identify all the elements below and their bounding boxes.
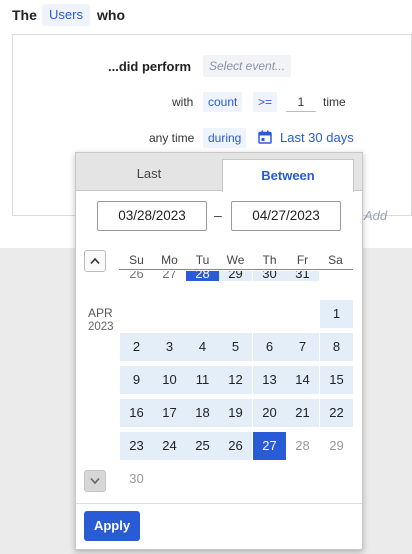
calendar-day[interactable]: 16 — [120, 399, 153, 427]
weekday-label: Mo — [161, 253, 178, 267]
calendar-day[interactable]: 5 — [219, 333, 252, 361]
tab-last[interactable]: Last — [76, 153, 222, 191]
event-select[interactable]: Select event... — [203, 55, 292, 77]
month-label: APR — [88, 306, 113, 320]
calendar-day[interactable]: 13 — [253, 366, 286, 394]
query-suffix: who — [97, 7, 125, 23]
calendar-day[interactable]: 9 — [120, 366, 153, 394]
apply-button[interactable]: Apply — [84, 511, 140, 541]
with-label: with — [172, 95, 194, 109]
next-month-button[interactable] — [84, 470, 106, 492]
time-label: time — [323, 95, 346, 109]
add-condition-button[interactable]: Add — [364, 208, 387, 223]
calendar-day[interactable]: 15 — [320, 366, 353, 394]
picker-tabs: Last Between — [76, 153, 362, 192]
weekday-label: Tu — [195, 253, 210, 267]
calendar-day[interactable]: 19 — [219, 399, 252, 427]
weekday-divider — [119, 269, 353, 270]
chevron-down-icon — [90, 477, 100, 485]
calendar-day[interactable]: 18 — [186, 399, 219, 427]
calendar-day[interactable]: 17 — [153, 399, 186, 427]
weekday-label: Sa — [328, 253, 343, 267]
did-perform-label: ...did perform — [108, 59, 192, 74]
picker-footer-divider — [76, 503, 362, 504]
during-select[interactable]: during — [203, 128, 247, 148]
calendar-day[interactable]: 25 — [186, 432, 219, 460]
calendar-day: 30 — [129, 471, 144, 486]
weekday-label: Th — [262, 253, 277, 267]
calendar-day-range-end[interactable]: 27 — [253, 432, 286, 460]
calendar-day[interactable]: 31 — [286, 271, 319, 281]
calendar-day-range-start[interactable]: 28 — [186, 271, 219, 281]
calendar-day[interactable]: 12 — [219, 366, 252, 394]
weekday-label: We — [226, 253, 245, 267]
calendar-day[interactable]: 14 — [286, 366, 319, 394]
calendar-day[interactable]: 11 — [186, 366, 219, 394]
calendar-day[interactable]: 21 — [286, 399, 319, 427]
calendar-icon[interactable] — [258, 130, 272, 144]
calendar-day[interactable]: 4 — [186, 333, 219, 361]
calendar-day[interactable]: 29 — [219, 271, 252, 281]
operator-select[interactable]: >= — [253, 92, 278, 112]
calendar-day[interactable]: 26 — [219, 432, 252, 460]
tab-between[interactable]: Between — [222, 159, 354, 192]
date-picker-popup: Last Between 03/28/2023 – 04/27/2023 Su … — [75, 152, 363, 550]
chevron-up-icon — [90, 257, 100, 265]
calendar-day[interactable]: 7 — [286, 333, 319, 361]
calendar-day[interactable]: 10 — [153, 366, 186, 394]
calendar-day[interactable]: 22 — [320, 399, 353, 427]
calendar-day[interactable]: 24 — [153, 432, 186, 460]
calendar-day[interactable]: 3 — [153, 333, 186, 361]
query-prefix: The — [12, 7, 37, 23]
prev-month-button[interactable] — [84, 250, 106, 272]
calendar-day[interactable]: 2 — [120, 333, 153, 361]
start-date-input[interactable]: 03/28/2023 — [97, 201, 207, 231]
calendar-day[interactable]: 26 — [120, 271, 153, 281]
calendar-day: 29 — [329, 438, 344, 453]
weekday-label: Su — [129, 253, 144, 267]
calendar-day[interactable]: 8 — [320, 333, 353, 361]
date-separator: – — [214, 207, 222, 223]
calendar-day[interactable]: 1 — [320, 300, 353, 328]
date-range-select[interactable]: Last 30 days — [280, 127, 354, 149]
anytime-label: any time — [149, 131, 195, 145]
calendar-day[interactable]: 27 — [153, 271, 186, 281]
query-header: The Users who — [0, 0, 412, 32]
calendar-day[interactable]: 20 — [253, 399, 286, 427]
calendar-day[interactable]: 23 — [120, 432, 153, 460]
count-input[interactable]: 1 — [286, 92, 316, 112]
entity-selector[interactable]: Users — [42, 4, 90, 26]
month-year-label: 2023 — [88, 321, 114, 333]
end-date-input[interactable]: 04/27/2023 — [231, 201, 341, 231]
aggregation-select[interactable]: count — [203, 92, 243, 112]
calendar-day: 28 — [295, 438, 310, 453]
weekday-label: Fr — [296, 253, 309, 267]
calendar-day[interactable]: 30 — [253, 271, 286, 281]
calendar-day[interactable]: 6 — [253, 333, 286, 361]
